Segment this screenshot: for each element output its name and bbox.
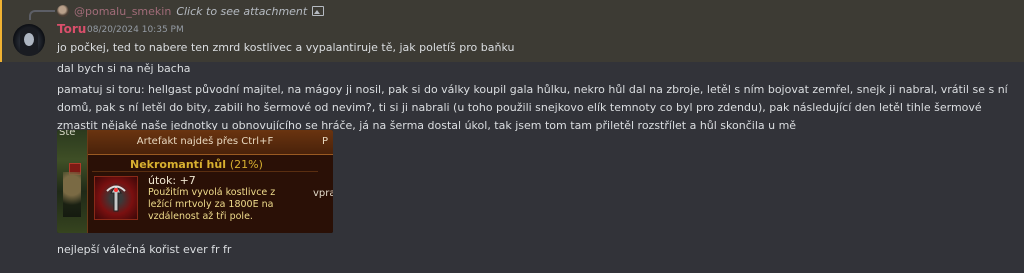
item-title: Nekromantí hůl (21%) xyxy=(130,158,263,171)
message-line-2: dal bych si na něj bacha xyxy=(57,62,191,75)
message-line-3: pamatuj si toru: hellgast původní majite… xyxy=(57,83,1008,132)
game-background: Ste xyxy=(57,130,87,233)
game-marker xyxy=(69,163,81,175)
reply-preview-text[interactable]: Click to see attachment xyxy=(176,5,307,18)
tooltip-header: Artefakt najdeš přes Ctrl+F xyxy=(88,130,322,155)
message-line-4: nejlepší válečná kořist ever fr fr xyxy=(57,243,232,256)
tooltip-divider xyxy=(92,171,318,172)
mention-highlight-bar xyxy=(0,0,2,62)
message-line-1: jo počkej, ted to nabere ten zmrd kostli… xyxy=(57,41,515,54)
item-description: Použitím vyvolá kostlivce z ležící mrtvo… xyxy=(148,187,276,222)
item-tooltip: Artefakt najdeš přes Ctrl+F Nekromantí h… xyxy=(87,130,322,233)
message-timestamp: 08/20/2024 10:35 PM xyxy=(87,25,184,35)
item-name: Nekromantí hůl xyxy=(130,158,226,171)
item-stat: útok: +7 xyxy=(148,174,196,187)
side-panel-text: vpra xyxy=(313,188,333,199)
image-icon xyxy=(312,6,325,16)
avatar[interactable] xyxy=(13,24,45,56)
staff-icon xyxy=(94,176,138,220)
image-attachment[interactable]: Ste Artefakt najdeš přes Ctrl+F Nekroman… xyxy=(57,130,333,233)
side-panel-header-text: P xyxy=(322,136,329,147)
reply-reference[interactable]: @pomalu_smekin Click to see attachment xyxy=(57,3,325,19)
side-panel-header: P xyxy=(321,130,333,155)
game-label: Ste xyxy=(59,130,76,138)
reply-spine xyxy=(29,10,55,20)
reply-avatar[interactable] xyxy=(57,5,69,17)
tooltip-header-text: Artefakt najdeš přes Ctrl+F xyxy=(136,136,274,147)
side-panel: P vpra xyxy=(313,130,333,233)
message-author[interactable]: Toru xyxy=(57,22,86,36)
item-percent: (21%) xyxy=(229,158,263,171)
reply-username[interactable]: @pomalu_smekin xyxy=(74,5,171,18)
